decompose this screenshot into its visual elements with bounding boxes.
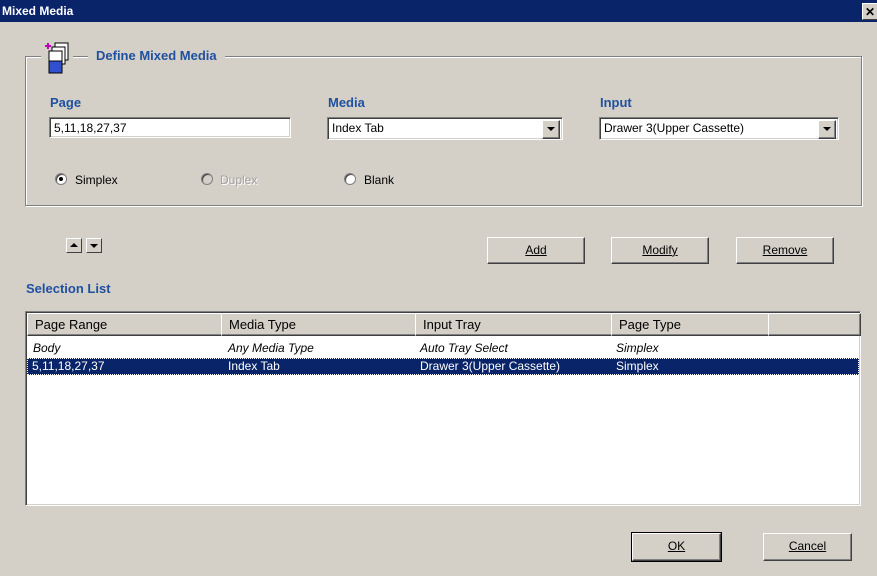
input-dropdown-icon[interactable] [818,120,836,139]
media-select[interactable]: Index Tab [327,117,563,140]
group-title: Define Mixed Media [88,48,225,63]
column-header-page-type[interactable]: Page Type [611,313,770,336]
ok-button[interactable]: OK [631,532,722,562]
duplex-radio [201,173,213,185]
move-down-button[interactable] [86,238,102,253]
mixed-media-pages-icon [41,41,73,75]
add-button-label: Add [525,243,547,257]
table-row[interactable]: 5,11,18,27,37 Index Tab Drawer 3(Upper C… [27,358,859,375]
cell-media-type: Index Tab [228,359,280,373]
column-header-label: Input Tray [423,317,481,332]
media-label: Media [328,95,365,110]
close-button[interactable]: ✕ [862,3,877,20]
media-select-value: Index Tab [332,121,384,135]
media-dropdown-icon[interactable] [542,120,560,139]
add-button[interactable]: Add [487,237,585,264]
duplex-label: Duplex [220,173,258,187]
page-input-value: 5,11,18,27,37 [54,121,127,135]
cancel-button-label: Cancel [788,539,827,553]
cell-input-tray: Auto Tray Select [420,341,508,355]
simplex-label: Simplex [75,173,118,187]
column-header-input-tray[interactable]: Input Tray [415,313,613,336]
input-label: Input [600,95,632,110]
simplex-radio[interactable] [55,173,67,185]
cell-page-range: 5,11,18,27,37 [32,359,105,373]
column-header-label: Page Range [35,317,108,332]
move-up-button[interactable] [66,238,82,253]
column-header-page-range[interactable]: Page Range [27,313,223,336]
input-tray-select[interactable]: Drawer 3(Upper Cassette) [599,117,839,140]
cell-input-tray: Drawer 3(Upper Cassette) [420,359,561,373]
cell-page-range: Body [33,341,61,355]
cell-page-type: Simplex [616,359,659,373]
selection-list[interactable]: Page Range Media Type Input Tray Page Ty… [25,311,861,506]
table-row[interactable]: Body Any Media Type Auto Tray Select Sim… [27,340,859,356]
column-header-media-type[interactable]: Media Type [221,313,417,336]
close-icon: ✕ [864,5,876,19]
column-header-label: Media Type [229,317,296,332]
remove-button[interactable]: Remove [736,237,834,264]
selection-list-label: Selection List [26,281,111,296]
page-input[interactable]: 5,11,18,27,37 [49,117,291,138]
column-header-filler [768,313,861,336]
modify-button[interactable]: Modify [611,237,709,264]
cell-page-type: Simplex [616,341,659,355]
window-title: Mixed Media [2,4,74,18]
modify-button-label: Modify [642,243,678,257]
column-header-label: Page Type [619,317,681,332]
input-tray-select-value: Drawer 3(Upper Cassette) [604,121,745,135]
cell-media-type: Any Media Type [228,341,314,355]
title-bar [0,0,877,22]
ok-button-label: OK [667,539,686,553]
blank-radio[interactable] [344,173,356,185]
cancel-button[interactable]: Cancel [763,533,852,561]
blank-label: Blank [364,173,395,187]
remove-button-label: Remove [762,243,808,257]
page-label: Page [50,95,82,110]
